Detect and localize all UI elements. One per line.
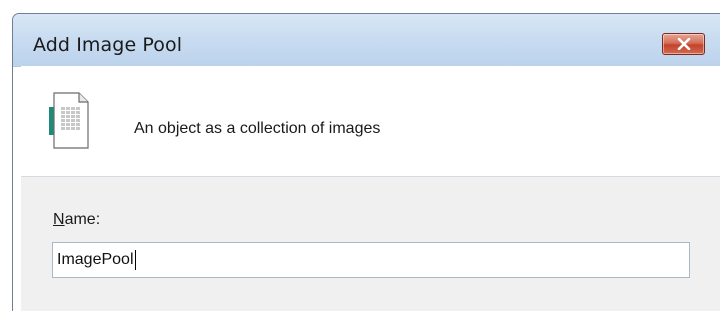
text-caret [134, 250, 136, 270]
name-label-accelerator: N [53, 211, 65, 228]
name-input-value: ImagePool [57, 251, 134, 268]
close-button[interactable] [662, 33, 705, 55]
add-image-pool-dialog: Add Image Pool An object as a collection… [12, 13, 720, 311]
window-title: Add Image Pool [33, 34, 183, 56]
dialog-header: An object as a collection of images [21, 66, 720, 177]
title-bar[interactable]: Add Image Pool [13, 14, 720, 67]
dialog-body: Name: ImagePool [21, 177, 720, 311]
name-input[interactable]: ImagePool [52, 242, 690, 278]
name-label-text: ame: [64, 211, 101, 228]
dialog-description: An object as a collection of images [134, 120, 381, 137]
close-icon [677, 38, 690, 50]
document-grid-icon [49, 92, 89, 149]
name-label: Name: [53, 211, 100, 229]
